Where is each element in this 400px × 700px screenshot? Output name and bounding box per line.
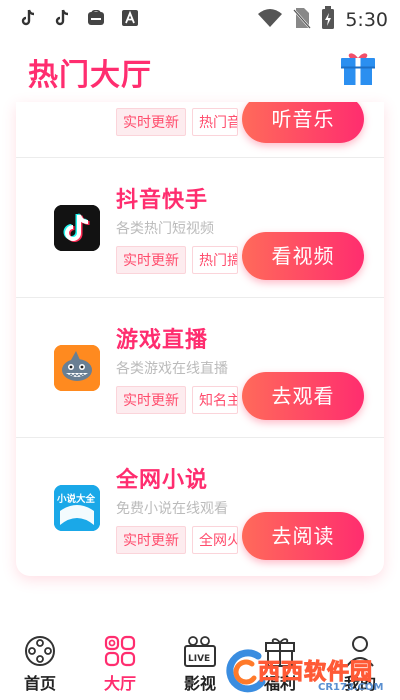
tag: 实时更新 [116, 386, 186, 414]
go-read-button[interactable]: 去阅读 [242, 512, 364, 560]
tag: 全网火 [192, 526, 238, 554]
tag: 热门音 [192, 108, 238, 136]
svg-text:LIVE: LIVE [188, 654, 210, 664]
tiktok-icon [18, 8, 38, 28]
listen-music-button[interactable]: 听音乐 [242, 102, 364, 143]
tag: 实时更新 [116, 526, 186, 554]
item-title: 抖音快手 [116, 188, 209, 213]
item-title: 游戏直播 [116, 328, 209, 353]
tag-group: 实时更新 全网火 [116, 526, 238, 554]
app-icon [86, 8, 106, 28]
tag-group: 实时更新 知名主 [116, 386, 238, 414]
tag: 实时更新 [116, 246, 186, 274]
grid-circles-icon [104, 635, 136, 667]
live-tv-icon: LIVE [184, 636, 216, 667]
gift-button[interactable] [338, 48, 378, 88]
gift-icon [341, 53, 375, 85]
list-item[interactable]: 小说大全 全网小说 免费小说在线观看 实时更新 全网火 去阅读 [16, 438, 384, 576]
battery-icon [321, 6, 335, 34]
item-title: 全网小说 [116, 468, 209, 493]
tag-group: 实时更新 热门搞 [116, 246, 238, 274]
nav-home[interactable]: 首页 [10, 634, 70, 696]
watermark-url: CR173.COM [318, 682, 384, 693]
tag-group: 实时更新 热门音 [116, 108, 238, 136]
tiktok-icon [52, 8, 72, 28]
nav-label: 首页 [23, 674, 56, 693]
no-sim-icon [293, 7, 312, 33]
page-title: 热门大厅 [28, 58, 152, 93]
font-app-icon [120, 8, 140, 28]
nav-label: 大厅 [103, 674, 136, 693]
tiktok-logo-icon [54, 205, 100, 251]
status-bar: 5:30 [0, 0, 400, 36]
watch-video-button[interactable]: 看视频 [242, 232, 364, 280]
category-list: 实时更新 热门音 听音乐 抖音快手 各类热门短视频 实时更新 热门搞 看视频 游… [16, 102, 384, 576]
header: 热门大厅 [0, 36, 400, 102]
novel-book-icon: 小说大全 [54, 485, 100, 531]
shark-live-icon [54, 345, 100, 391]
nav-label: 影视 [183, 674, 216, 693]
film-reel-icon [25, 636, 55, 666]
notification-icons [18, 8, 140, 28]
list-item[interactable]: 抖音快手 各类热门短视频 实时更新 热门搞 看视频 [16, 158, 384, 298]
tag: 知名主 [192, 386, 238, 414]
nav-hall[interactable]: 大厅 [90, 634, 150, 696]
item-subtitle: 免费小说在线观看 [116, 501, 228, 517]
nav-movies[interactable]: LIVE 影视 [170, 634, 230, 696]
tag: 热门搞 [192, 246, 238, 274]
icon-label: 小说大全 [57, 494, 96, 505]
list-item[interactable]: 实时更新 热门音 听音乐 [16, 102, 384, 158]
status-time: 5:30 [345, 9, 388, 31]
watermark: 西西软件园 CR173.COM [222, 646, 400, 700]
wifi-icon [257, 8, 283, 32]
tag: 实时更新 [116, 108, 186, 136]
go-watch-button[interactable]: 去观看 [242, 372, 364, 420]
item-subtitle: 各类热门短视频 [116, 221, 214, 237]
item-subtitle: 各类游戏在线直播 [116, 361, 228, 377]
list-item[interactable]: 游戏直播 各类游戏在线直播 实时更新 知名主 去观看 [16, 298, 384, 438]
